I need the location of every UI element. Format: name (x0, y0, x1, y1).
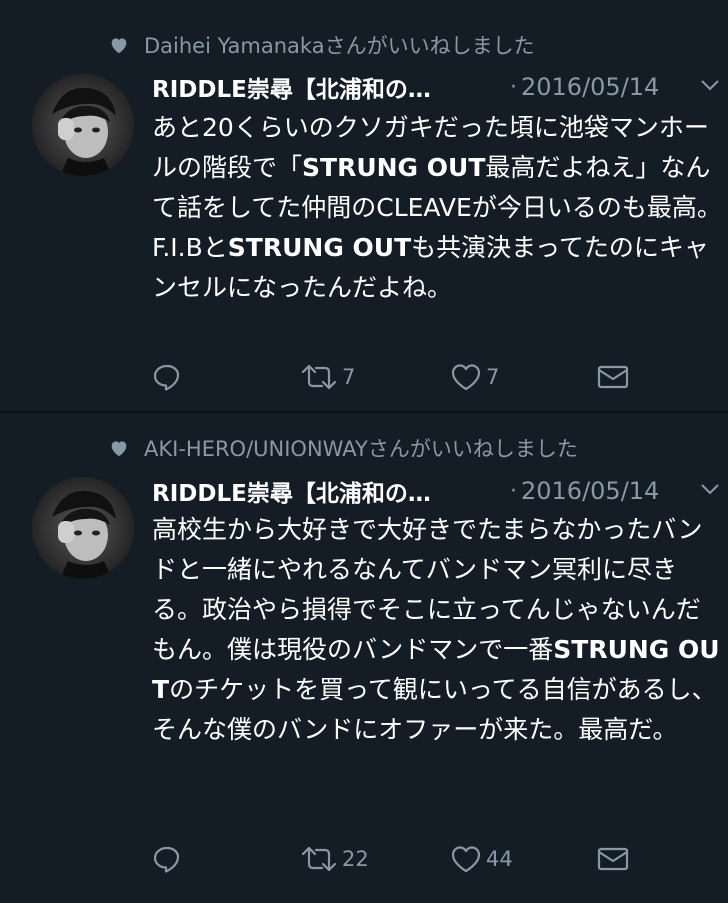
retweet-count: 7 (342, 365, 356, 389)
tweet-divider (0, 411, 728, 413)
reply-icon (153, 846, 180, 873)
retweet-icon (301, 846, 337, 872)
tweet[interactable]: AKI-HERO/UNIONWAYさんがいいねしました RIDDLE崇尋【北浦和… (0, 414, 728, 903)
chevron-down-icon[interactable] (700, 482, 720, 496)
reply-icon (153, 364, 180, 391)
retweet-button[interactable]: 22 (300, 842, 369, 876)
liked-by-text: Daihei Yamanakaさんがいいねしました (144, 34, 535, 58)
mail-icon (597, 847, 629, 871)
dm-button[interactable] (596, 842, 630, 876)
tweet-header: RIDDLE崇尋【北浦和の… · 2016/05/14 (152, 70, 728, 104)
like-button[interactable]: 44 (450, 842, 513, 876)
reply-button[interactable] (152, 842, 182, 876)
social-context: AKI-HERO/UNIONWAYさんがいいねしました (108, 435, 578, 461)
mail-icon (597, 365, 629, 389)
text-part-bold: STRUNG OUT (302, 153, 486, 182)
like-button[interactable]: 7 (450, 360, 499, 394)
tweet[interactable]: Daihei Yamanakaさんがいいねしました RIDDLE崇尋【北浦和の…… (0, 0, 728, 412)
like-count: 7 (486, 365, 500, 389)
retweet-icon (301, 364, 337, 390)
liked-by-text: AKI-HERO/UNIONWAYさんがいいねしました (144, 437, 578, 461)
tweet-actions: 7 7 (152, 360, 712, 394)
heart-icon (111, 38, 127, 54)
reply-button[interactable] (152, 360, 182, 394)
like-icon (451, 364, 481, 391)
like-count: 44 (486, 847, 513, 871)
tweet-text: あと20くらいのクソガキだった頃に池袋マンホールの階段で「STRUNG OUT最… (152, 108, 722, 308)
retweet-count: 22 (342, 847, 369, 871)
separator-dot: · (510, 74, 517, 100)
social-context: Daihei Yamanakaさんがいいねしました (108, 32, 535, 58)
retweet-button[interactable]: 7 (300, 360, 355, 394)
tweet-header: RIDDLE崇尋【北浦和の… · 2016/05/14 (152, 474, 728, 508)
like-icon (451, 846, 481, 873)
avatar[interactable] (32, 477, 134, 579)
author-name[interactable]: RIDDLE崇尋【北浦和の… (152, 474, 488, 508)
text-part: のチケットを買って観にいってる自信があるし、そんな僕のバンドにオファーが来た。最… (152, 675, 717, 744)
avatar-image (32, 477, 134, 579)
timeline: Daihei Yamanakaさんがいいねしました RIDDLE崇尋【北浦和の…… (0, 0, 728, 903)
heart-icon (111, 441, 127, 457)
chevron-down-icon[interactable] (700, 78, 720, 92)
tweet-actions: 22 44 (152, 842, 712, 876)
tweet-text: 高校生から大好きで大好きでたまらなかったバンドと一緒にやれるなんてバンドマン冥利… (152, 510, 722, 750)
author-name[interactable]: RIDDLE崇尋【北浦和の… (152, 70, 488, 104)
separator-dot: · (510, 478, 517, 504)
tweet-date[interactable]: 2016/05/14 (521, 477, 659, 505)
avatar[interactable] (32, 74, 134, 176)
dm-button[interactable] (596, 360, 630, 394)
tweet-date[interactable]: 2016/05/14 (521, 73, 659, 101)
avatar-image (32, 74, 134, 176)
text-part-bold: STRUNG OUT (227, 233, 412, 262)
